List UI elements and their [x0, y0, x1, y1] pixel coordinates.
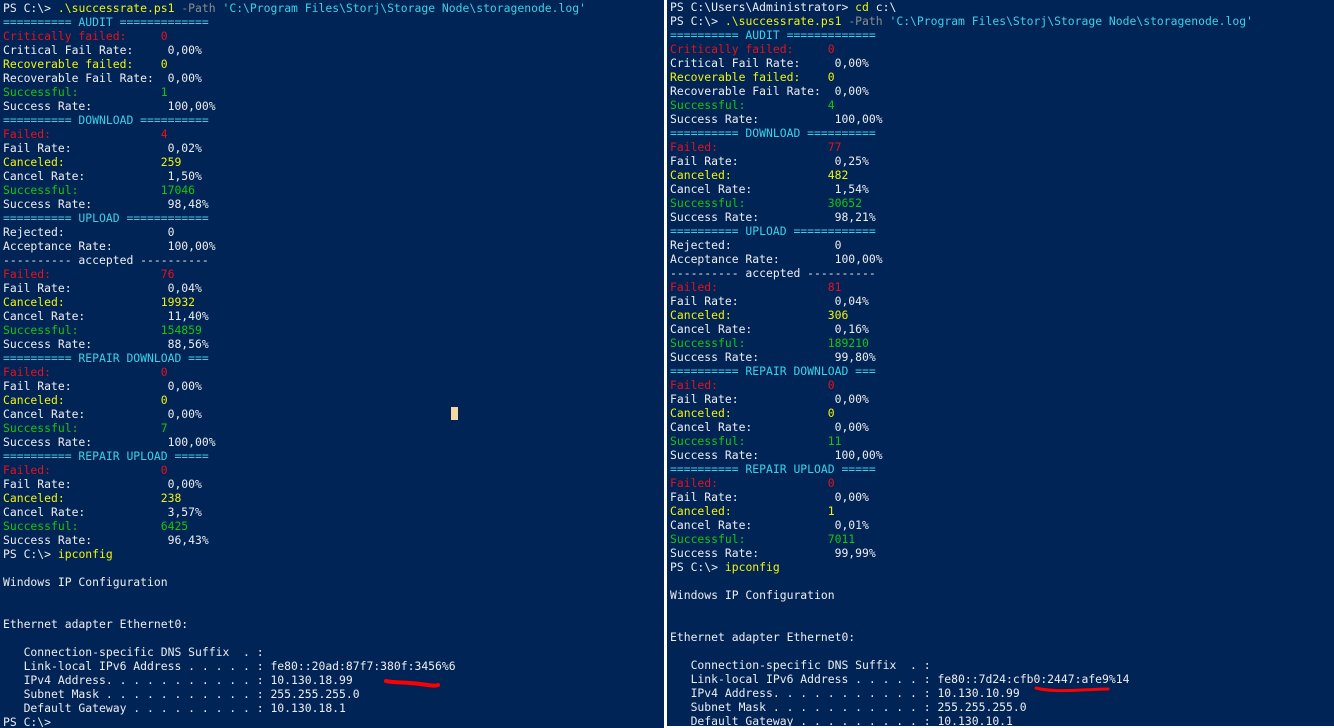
red-underline-annotation-right	[1034, 686, 1110, 693]
red-underline-annotation-left	[384, 679, 440, 688]
text-cursor	[451, 407, 458, 420]
terminal-right[interactable]: PS C:\Users\Administrator> cd c:\ PS C:\>…	[667, 0, 1334, 726]
terminal-left[interactable]: PS C:\> .\successrate.ps1 -Path 'C:\Prog…	[0, 0, 664, 728]
